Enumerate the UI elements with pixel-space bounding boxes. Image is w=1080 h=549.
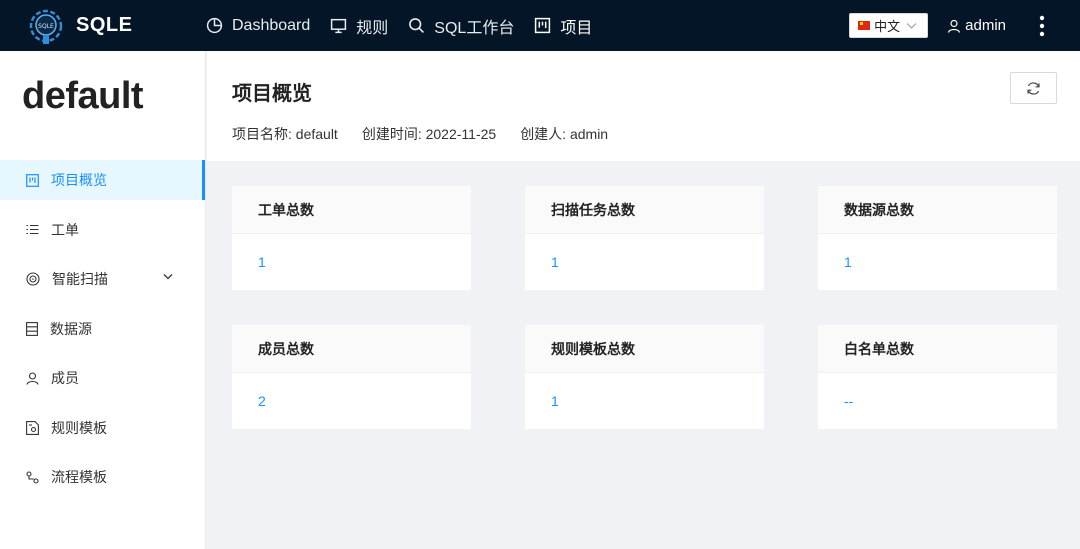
user-icon (948, 19, 961, 33)
main-nav: Dashboard 规则 SQL工作台 项目 (206, 0, 612, 51)
card-scan-tasks-total: 扫描任务总数 1 (525, 186, 764, 290)
card-value[interactable]: -- (818, 373, 1057, 428)
sidebar-menu: 项目概览 工单 智能扫描 数据源 成员 规则模板 流程模板 (0, 160, 205, 507)
database-icon (26, 321, 38, 336)
nav-sql-workbench-label: SQL工作台 (434, 19, 515, 37)
sidebar-item-data-source[interactable]: 数据源 (0, 309, 205, 349)
card-value[interactable]: 1 (818, 234, 1057, 289)
sidebar-item-rule-templates[interactable]: 规则模板 (0, 408, 205, 448)
sidebar-item-smart-scan[interactable]: 智能扫描 (0, 259, 205, 299)
chevron-down-icon (163, 274, 173, 280)
card-data-sources-total: 数据源总数 1 (818, 186, 1057, 290)
nav-rules-label: 规则 (356, 19, 389, 37)
sidebar-item-label: 流程模板 (51, 469, 107, 485)
card-value[interactable]: 1 (525, 234, 764, 289)
card-value[interactable]: 1 (525, 373, 764, 428)
desktop-icon (331, 18, 347, 34)
header-actions: 中文 admin (849, 0, 1080, 51)
logo-icon: SQLE (26, 6, 66, 46)
card-whitelist-total: 白名单总数 -- (818, 325, 1057, 429)
card-title: 白名单总数 (818, 325, 1057, 373)
sidebar-item-label: 智能扫描 (52, 271, 108, 287)
svg-text:SQLE: SQLE (38, 23, 54, 30)
sidebar-item-orders[interactable]: 工单 (0, 210, 205, 250)
language-select[interactable]: 中文 (849, 13, 929, 38)
card-orders-total: 工单总数 1 (232, 186, 471, 290)
nav-dashboard[interactable]: Dashboard (206, 17, 310, 35)
list-icon (26, 224, 39, 235)
sidebar: default 项目概览 工单 智能扫描 数据源 成员 规则模板 流程模板 (0, 51, 206, 549)
nav-sql-workbench[interactable]: SQL工作台 (408, 14, 514, 38)
sidebar-item-members[interactable]: 成员 (0, 358, 205, 398)
card-value[interactable]: 1 (232, 234, 471, 289)
card-title: 成员总数 (232, 325, 471, 373)
china-flag-icon (858, 21, 871, 30)
chevron-down-icon (906, 22, 917, 29)
refresh-button[interactable] (1010, 72, 1057, 104)
card-title: 扫描任务总数 (525, 186, 764, 234)
page-title: 项目概览 (232, 83, 312, 105)
nav-rules[interactable]: 规则 (330, 14, 388, 38)
scan-icon (26, 272, 40, 286)
nav-project[interactable]: 项目 (534, 14, 592, 38)
project-title: default (22, 75, 144, 117)
created-time-info: 创建时间: 2022-11-25 (361, 126, 497, 142)
card-rule-templates-total: 规则模板总数 1 (525, 325, 764, 429)
card-title: 数据源总数 (818, 186, 1057, 234)
card-value[interactable]: 2 (232, 373, 471, 428)
project-name-info: 项目名称: default (232, 126, 338, 142)
sidebar-item-label: 数据源 (50, 320, 92, 337)
project-icon (535, 17, 551, 34)
sidebar-item-label: 成员 (51, 370, 79, 386)
sidebar-item-flow-templates[interactable]: 流程模板 (0, 457, 205, 497)
username: admin (965, 17, 1006, 34)
logo[interactable]: SQLE SQLE (26, 6, 206, 46)
template-icon (26, 420, 39, 435)
sidebar-item-label: 工单 (51, 221, 79, 238)
sidebar-item-project-overview[interactable]: 项目概览 (0, 160, 205, 200)
top-header: SQLE SQLE Dashboard 规则 SQL工作台 项目 中文 admi… (0, 0, 1080, 51)
sidebar-item-label: 项目概览 (51, 172, 107, 188)
user-menu[interactable]: admin (947, 17, 1006, 34)
card-title: 工单总数 (232, 186, 471, 234)
card-members-total: 成员总数 2 (232, 325, 471, 429)
creator-info: 创建人: admin (520, 126, 609, 142)
language-label: 中文 (874, 19, 901, 34)
more-vertical-icon (1039, 15, 1045, 36)
project-icon (26, 173, 39, 187)
user-icon (26, 371, 39, 385)
project-meta: 项目名称: default 创建时间: 2022-11-25 创建人: admi… (232, 124, 632, 144)
nav-dashboard-label: Dashboard (232, 16, 311, 34)
card-title: 规则模板总数 (525, 325, 764, 373)
nav-project-label: 项目 (560, 19, 593, 37)
flow-icon (26, 470, 39, 484)
more-menu-button[interactable] (1027, 11, 1057, 41)
sidebar-item-label: 规则模板 (51, 419, 107, 436)
logo-text: SQLE (76, 14, 133, 36)
search-icon (409, 18, 425, 33)
pie-chart-icon (206, 17, 223, 34)
refresh-icon (1027, 81, 1040, 95)
page-header: 项目概览 项目名称: default 创建时间: 2022-11-25 创建人:… (207, 51, 1080, 161)
